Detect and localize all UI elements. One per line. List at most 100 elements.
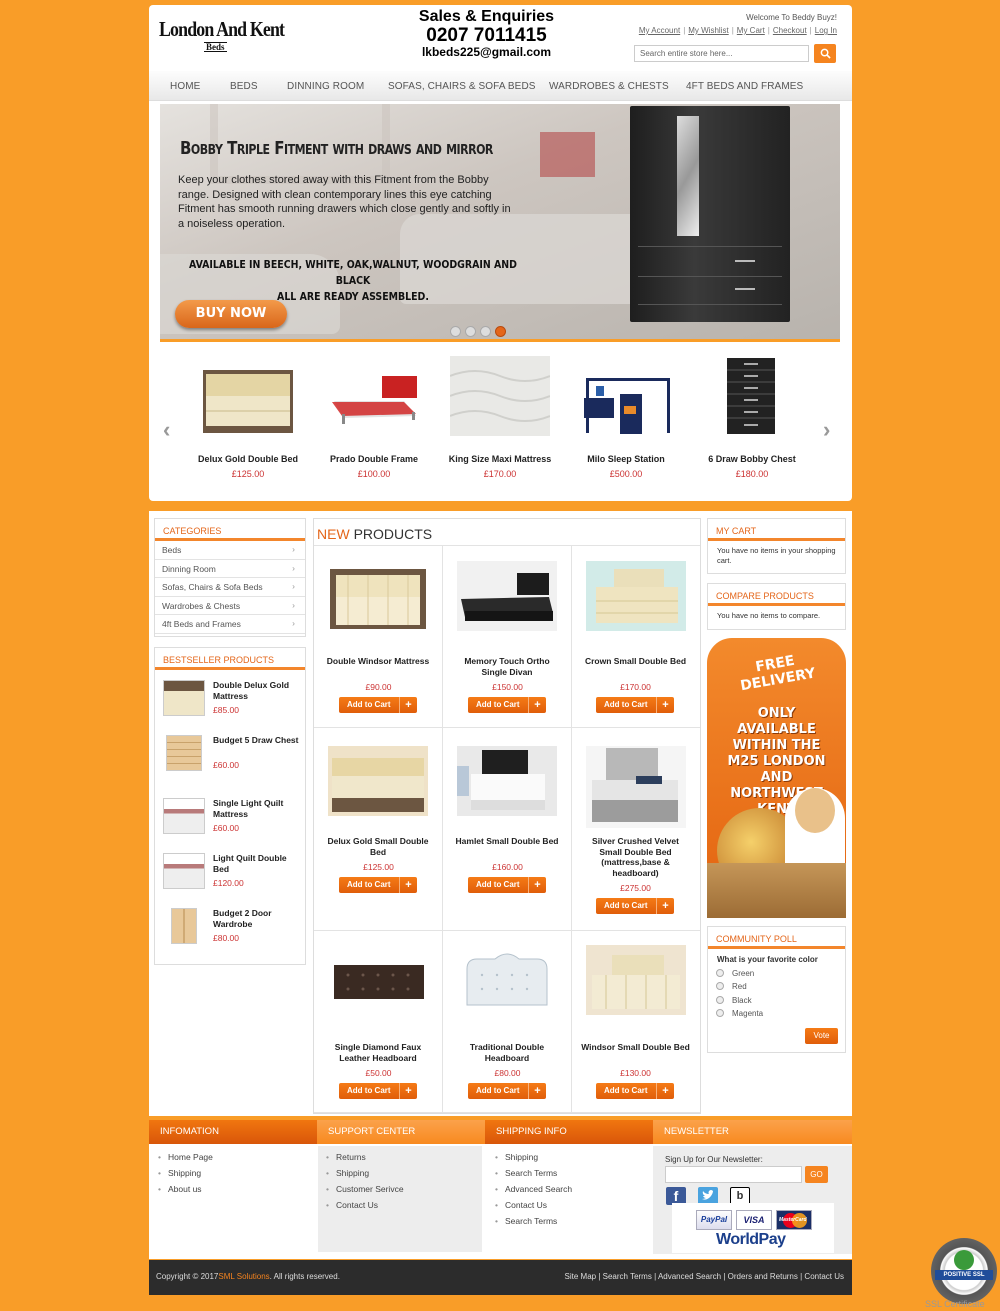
category-beds[interactable]: Beds [155,541,305,560]
vote-button[interactable]: Vote [805,1028,838,1044]
slide-dot-1[interactable] [450,326,461,337]
carousel-prev-arrow[interactable]: ‹ [163,419,177,441]
bestseller-price: £120.00 [213,878,244,888]
slide-dot-4-active[interactable] [495,326,506,337]
footer-link[interactable]: Contact Us [487,1200,647,1216]
footer-link[interactable]: Advanced Search [487,1184,647,1200]
product-image[interactable] [328,746,428,816]
product-name[interactable]: Memory Touch Ortho Single Divan [443,656,571,677]
add-to-cart-button[interactable]: Add to Cart + [468,696,546,713]
slide-dot-2[interactable] [465,326,476,337]
newsletter-email-input[interactable] [665,1166,802,1183]
carousel-item[interactable]: Delux Gold Double Bed £125.00 [193,356,303,479]
product-name[interactable]: Single Diamond Faux Leather Headboard [314,1042,442,1063]
bottom-link[interactable]: Search Terms [603,1272,652,1281]
carousel-item[interactable]: Prado Double Frame £100.00 [319,356,429,479]
my-account-link[interactable]: My Account [639,26,680,35]
product-name[interactable]: Silver Crushed Velvet Small Double Bed (… [571,836,700,878]
product-image [203,370,293,433]
add-to-cart-button[interactable]: Add to Cart + [339,696,417,713]
footer-link[interactable]: Shipping [487,1152,647,1168]
slide-dot-3[interactable] [480,326,491,337]
footer-link[interactable]: Contact Us [318,1200,482,1216]
bottom-link[interactable]: Advanced Search [658,1272,721,1281]
category-4ft-beds[interactable]: 4ft Beds and Frames [155,615,305,634]
bestseller-item[interactable]: Double Delux Gold Mattress £85.00 [163,680,303,725]
footer-link[interactable]: Home Page [150,1152,310,1168]
category-dinning-room[interactable]: Dinning Room [155,560,305,578]
product-image[interactable] [457,945,557,1015]
poll-option-red[interactable]: Red [716,982,747,991]
footer-copyright-bar: Copyright © 2017SML Solutions. All right… [149,1260,852,1295]
carousel-next-arrow[interactable]: › [823,419,837,441]
footer-link[interactable]: Returns [318,1152,482,1168]
nav-wardrobes[interactable]: WARDROBES & CHESTS [549,81,669,92]
add-to-cart-button[interactable]: Add to Cart + [596,1082,674,1099]
login-link[interactable]: Log In [815,26,837,35]
product-image[interactable] [328,945,428,1015]
add-to-cart-button[interactable]: Add to Cart + [468,876,546,893]
carousel-item[interactable]: 6 Draw Bobby Chest £180.00 [697,356,807,479]
product-name[interactable]: Double Windsor Mattress [314,656,442,667]
copyright-brand-link[interactable]: SML Solutions [218,1272,269,1281]
checkout-link[interactable]: Checkout [773,26,807,35]
product-price: £160.00 [492,861,523,872]
product-image[interactable] [328,561,428,631]
email-address: lkbeds225@gmail.com [421,45,552,59]
ssl-badge[interactable]: POSITIVE SSL [931,1238,997,1304]
product-image[interactable] [585,746,686,828]
newsletter-go-button[interactable]: GO [805,1166,828,1183]
footer-link[interactable]: Search Terms [487,1216,647,1232]
my-cart-link[interactable]: My Cart [737,26,765,35]
my-wishlist-link[interactable]: My Wishlist [688,26,728,35]
nav-sofas[interactable]: SOFAS, CHAIRS & SOFA BEDS [388,81,536,92]
carousel-item[interactable]: Milo Sleep Station £500.00 [571,356,681,479]
product-image[interactable] [457,561,557,631]
product-card[interactable]: Hamlet Small Double Bed [443,728,572,931]
add-to-cart-label: Add to Cart [347,1085,391,1095]
category-sofas[interactable]: Sofas, Chairs & Sofa Beds [155,578,305,597]
footer-link[interactable]: About us [150,1184,310,1200]
poll-option-magenta[interactable]: Magenta [716,1009,763,1018]
nav-dinning-room[interactable]: DINNING ROOM [287,81,364,92]
product-image[interactable] [585,945,686,1015]
bestseller-item[interactable]: Light Quilt Double Bed £120.00 [163,853,303,898]
footer-link[interactable]: Shipping [318,1168,482,1184]
bestseller-item[interactable]: Single Light Quilt Mattress £60.00 [163,798,303,843]
product-name[interactable]: Windsor Small Double Bed [571,1042,700,1053]
site-logo[interactable]: London And Kent Beds [159,17,285,57]
product-image[interactable] [457,746,557,816]
product-image[interactable] [585,561,686,631]
poll-option-green[interactable]: Green [716,969,754,978]
footer-link[interactable]: Search Terms [487,1168,647,1184]
bestseller-item[interactable]: Budget 5 Draw Chest £60.00 [163,735,303,780]
bottom-link[interactable]: Site Map [565,1272,597,1281]
add-to-cart-button[interactable]: Add to Cart + [596,696,674,713]
poll-option-black[interactable]: Black [716,996,752,1005]
bottom-link[interactable]: Orders and Returns [728,1272,798,1281]
product-name[interactable]: Delux Gold Small Double Bed [314,836,442,857]
buy-now-button[interactable]: BUY NOW [175,300,287,328]
add-to-cart-button[interactable]: Add to Cart + [468,1082,546,1099]
product-name[interactable]: Crown Small Double Bed [571,656,700,667]
add-to-cart-button[interactable]: Add to Cart + [596,898,674,915]
bottom-link[interactable]: Contact Us [804,1272,844,1281]
free-delivery-ad[interactable]: FREE DELIVERY ONLY AVAILABLE WITHIN THE M… [707,638,846,918]
search-input[interactable]: Search entire store here... [634,45,809,62]
product-price: £130.00 [620,1067,651,1078]
footer-link[interactable]: Shipping [150,1168,310,1184]
footer-link[interactable]: Customer Serivce [318,1184,482,1200]
bestseller-item[interactable]: Budget 2 Door Wardrobe £80.00 [163,908,303,953]
product-name[interactable]: Hamlet Small Double Bed [443,836,571,847]
worldpay-logo: WorldPay [716,1231,786,1248]
product-name[interactable]: Traditional Double Headboard [443,1042,571,1063]
add-to-cart-button[interactable]: Add to Cart + [339,876,417,893]
carousel-item[interactable]: King Size Maxi Mattress £170.00 [445,356,555,479]
search-button[interactable] [814,44,836,63]
category-wardrobes[interactable]: Wardrobes & Chests [155,597,305,615]
add-to-cart-button[interactable]: Add to Cart + [339,1082,417,1099]
nav-4ft-beds[interactable]: 4FT BEDS AND FRAMES [686,81,803,92]
nav-beds[interactable]: BEDS [230,81,258,92]
product-card[interactable]: Delux Gold Small Double Bed [314,728,443,931]
nav-home[interactable]: HOME [170,81,200,92]
